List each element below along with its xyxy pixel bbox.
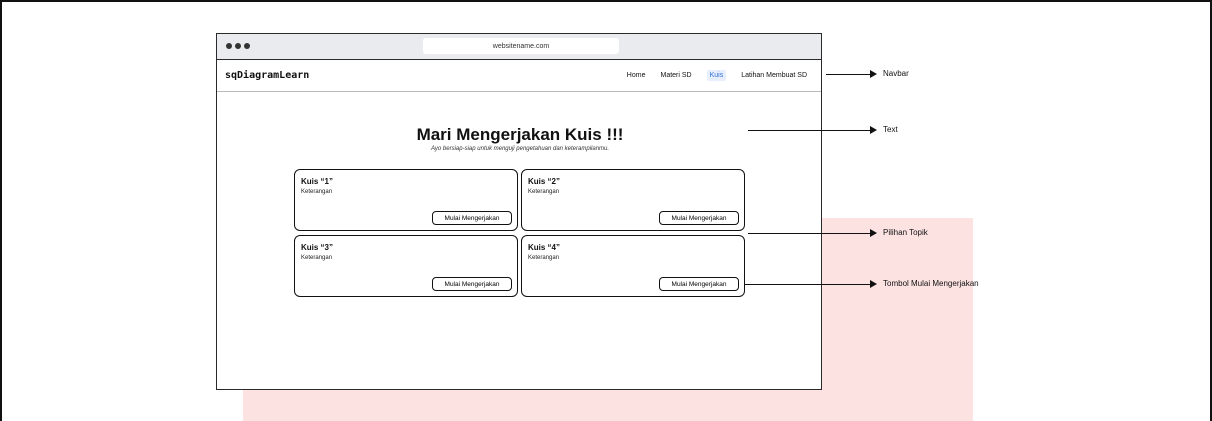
arrow-head-icon [870,126,877,134]
quiz-title: Kuis “2” [528,177,561,186]
nav-materi-sd[interactable]: Materi SD [660,72,691,79]
annotation-line [744,284,870,285]
browser-chrome: websitename.com [217,34,821,60]
start-quiz-button[interactable]: Mulai Mengerjakan [432,277,512,291]
start-quiz-button[interactable]: Mulai Mengerjakan [659,277,739,291]
annotation-line [748,130,870,131]
quiz-card: Kuis “2” Keterangan Mulai Mengerjakan [521,169,745,231]
quiz-title: Kuis “1” [301,177,334,186]
quiz-card: Kuis “4” Keterangan Mulai Mengerjakan [521,235,745,297]
page-subtitle: Ayo bersiap-siap untuk menguji pengetahu… [430,146,610,152]
page-title: Mari Mengerjakan Kuis !!! [416,125,624,144]
annotation-pilihan-topik: Pilihan Topik [883,228,928,237]
annotation-text: Text [883,125,898,134]
annotation-navbar: Navbar [883,69,909,78]
annotation-line [826,74,870,75]
nav-latihan[interactable]: Latihan Membuat SD [741,72,807,79]
nav-home[interactable]: Home [627,72,646,79]
window-dot-icon [226,43,232,49]
arrow-head-icon [870,70,877,78]
brand-logo[interactable]: sqDiagramLearn [225,70,309,81]
quiz-title: Kuis “3” [301,243,334,252]
annotation-tombol: Tombol Mulai Mengerjakan [883,279,979,288]
browser-window: websitename.com sqDiagramLearn Home Mate… [216,33,822,390]
quiz-card: Kuis “1” Keterangan Mulai Mengerjakan [294,169,518,231]
window-dot-icon [244,43,250,49]
quiz-description: Keterangan [301,255,333,261]
nav-links: Home Materi SD Kuis Latihan Membuat SD [627,60,807,91]
start-quiz-button[interactable]: Mulai Mengerjakan [659,211,739,225]
arrow-head-icon [870,229,877,237]
window-dot-icon [235,43,241,49]
arrow-head-icon [870,280,877,288]
navbar: sqDiagramLearn Home Materi SD Kuis Latih… [217,60,821,92]
nav-kuis[interactable]: Kuis [706,70,727,81]
quiz-description: Keterangan [528,255,560,261]
address-bar[interactable]: websitename.com [423,38,619,54]
start-quiz-button[interactable]: Mulai Mengerjakan [432,211,512,225]
quiz-card: Kuis “3” Keterangan Mulai Mengerjakan [294,235,518,297]
annotation-line [748,233,870,234]
quiz-description: Keterangan [301,189,333,195]
quiz-description: Keterangan [528,189,560,195]
quiz-title: Kuis “4” [528,243,561,252]
